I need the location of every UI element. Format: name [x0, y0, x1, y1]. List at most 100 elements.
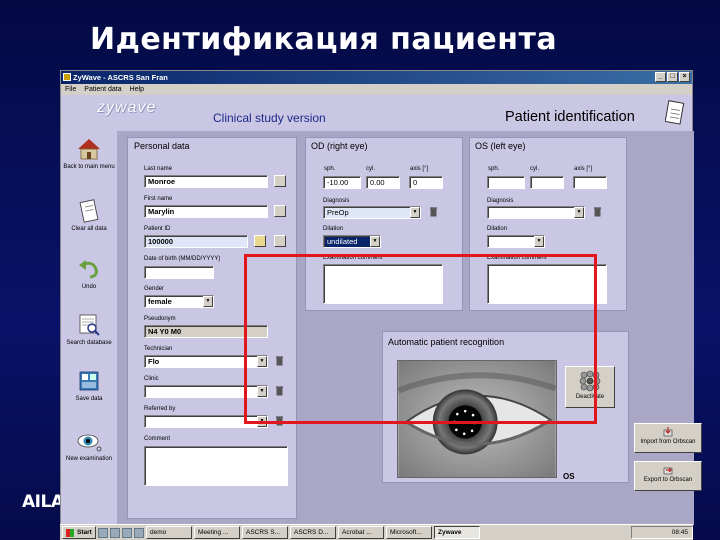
technician-label: Technician [144, 346, 173, 352]
os-cyl-label: cyl. [530, 166, 539, 172]
clock: 08:45 [671, 529, 688, 536]
clipboard-icon [665, 100, 685, 125]
os-axis-label: axis [°] [574, 166, 593, 172]
delete-od-diagnosis-icon[interactable] [430, 207, 437, 217]
import-from-orbscan-button[interactable]: Import from Orbscan [634, 423, 702, 453]
od-dilation-label: Dilation [323, 226, 344, 232]
os-sph-label: sph. [488, 166, 500, 172]
quick-launch-icon[interactable] [110, 527, 120, 538]
od-dilation-select[interactable]: undilated ▼ [323, 235, 381, 248]
od-axis-label: axis [°] [410, 166, 429, 172]
close-button[interactable]: × [679, 72, 690, 82]
taskbar-task[interactable]: Meeting ... [194, 526, 240, 539]
taskbar-task[interactable]: ASCRS D... [290, 526, 336, 539]
system-tray: 08:45 [630, 526, 693, 539]
os-diagnosis-select[interactable]: ▼ [487, 206, 585, 219]
slide-title: Идентификация пациента [90, 22, 558, 57]
undo-arrow-icon [79, 260, 98, 279]
eye-side-label: OS [563, 472, 575, 481]
os-title: OS (left eye) [475, 141, 526, 151]
recognition-highlight-frame [244, 254, 597, 424]
sidebar-item-new-examination[interactable]: New examination [61, 429, 117, 463]
od-title: OD (right eye) [311, 141, 368, 151]
first-name-lookup-button[interactable] [274, 205, 286, 217]
sidebar-item-label: Undo [81, 284, 97, 290]
od-cyl-input[interactable]: 0.00 [366, 176, 400, 189]
taskbar-task[interactable]: ASCRS S... [242, 526, 288, 539]
od-sph-input[interactable]: -10.00 [323, 176, 361, 189]
patient-id-lookup-button[interactable] [274, 235, 286, 247]
chevron-down-icon[interactable]: ▼ [574, 207, 584, 218]
os-cyl-input[interactable] [530, 176, 564, 189]
taskbar: Start demo Meeting ... ASCRS S... ASCRS … [60, 524, 693, 540]
eye-icon [77, 434, 102, 452]
clinical-study-label: Clinical study version [213, 111, 326, 125]
import-label: Import from Orbscan [640, 439, 696, 445]
sidebar-item-clear-all-data[interactable]: Clear all data [61, 199, 117, 233]
patient-id-generate-button[interactable] [254, 235, 266, 247]
od-diagnosis-value: PreOp [327, 208, 349, 217]
os-sph-input[interactable] [487, 176, 525, 189]
sidebar-item-label: Save data [75, 396, 103, 402]
technician-value: Flo [148, 357, 160, 366]
taskbar-task[interactable]: Microsoft... [386, 526, 432, 539]
search-database-icon [79, 314, 100, 336]
gender-select[interactable]: female ▼ [144, 295, 214, 308]
delete-os-diagnosis-icon[interactable] [594, 207, 601, 217]
od-axis-input[interactable]: 0 [409, 176, 443, 189]
sidebar-item-undo[interactable]: Undo [61, 257, 117, 291]
sidebar-item-save-data[interactable]: Save data [61, 369, 117, 403]
personal-data-title: Personal data [134, 141, 190, 151]
clipboard-icon [79, 199, 99, 223]
comment-label: Comment [144, 436, 171, 442]
dob-label: Date of birth (MM/DD/YYYY) [144, 256, 221, 262]
first-name-input[interactable]: Marylin [144, 205, 268, 218]
od-dilation-value: undilated [327, 237, 358, 246]
windows-logo-icon [66, 529, 74, 537]
export-to-orbscan-button[interactable]: Export to Orbscan [634, 461, 702, 491]
taskbar-task[interactable]: Acrobat ... [338, 526, 384, 539]
od-diagnosis-select[interactable]: PreOp ▼ [323, 206, 421, 219]
window-titlebar[interactable]: ZyWave - ASCRS San Fran _ □ × [61, 71, 692, 84]
os-axis-input[interactable] [573, 176, 607, 189]
od-diagnosis-label: Diagnosis [323, 198, 350, 204]
referred-by-label: Referred by [144, 406, 176, 412]
chevron-down-icon[interactable]: ▼ [410, 207, 420, 218]
chevron-down-icon[interactable]: ▼ [370, 236, 380, 247]
app-icon [63, 73, 71, 81]
app-header: zywave Clinical study version Patient id… [61, 95, 692, 131]
first-name-label: First name [144, 196, 173, 202]
chevron-down-icon[interactable]: ▼ [203, 296, 213, 307]
menu-bar: File Patient data Help [61, 84, 692, 95]
menu-patient-data[interactable]: Patient data [84, 84, 121, 95]
quick-launch-icon[interactable] [134, 527, 144, 538]
menu-file[interactable]: File [65, 84, 76, 95]
minimize-button[interactable]: _ [655, 72, 666, 82]
chevron-down-icon[interactable]: ▼ [534, 236, 544, 247]
sidebar-item-label: Search database [66, 340, 112, 346]
maximize-button[interactable]: □ [667, 72, 678, 82]
os-diagnosis-label: Diagnosis [487, 198, 514, 204]
dob-input[interactable] [144, 266, 214, 279]
sidebar-item-search-database[interactable]: Search database [61, 313, 117, 347]
taskbar-task-active[interactable]: Zywave [434, 526, 480, 539]
taskbar-task[interactable]: demo [146, 526, 192, 539]
sidebar-item-back-to-main-menu[interactable]: Back to main menu [61, 137, 117, 171]
os-dilation-select[interactable]: ▼ [487, 235, 545, 248]
last-name-lookup-button[interactable] [274, 175, 286, 187]
export-label: Export to Orbscan [643, 477, 693, 483]
comment-textarea[interactable] [144, 446, 288, 486]
sidebar: Back to main menu Clear all data Undo Se… [61, 131, 117, 525]
house-icon [78, 139, 100, 160]
quick-launch-icon[interactable] [122, 527, 132, 538]
start-label: Start [77, 529, 92, 536]
od-sph-label: sph. [324, 166, 336, 172]
patient-id-input[interactable]: 100000 [144, 235, 248, 248]
sidebar-item-label: Clear all data [71, 226, 107, 232]
menu-help[interactable]: Help [130, 84, 144, 95]
quick-launch-icon[interactable] [98, 527, 108, 538]
last-name-input[interactable]: Monroe [144, 175, 268, 188]
od-cyl-label: cyl. [366, 166, 375, 172]
start-button[interactable]: Start [62, 526, 96, 539]
page-title: Patient identification [505, 109, 635, 125]
